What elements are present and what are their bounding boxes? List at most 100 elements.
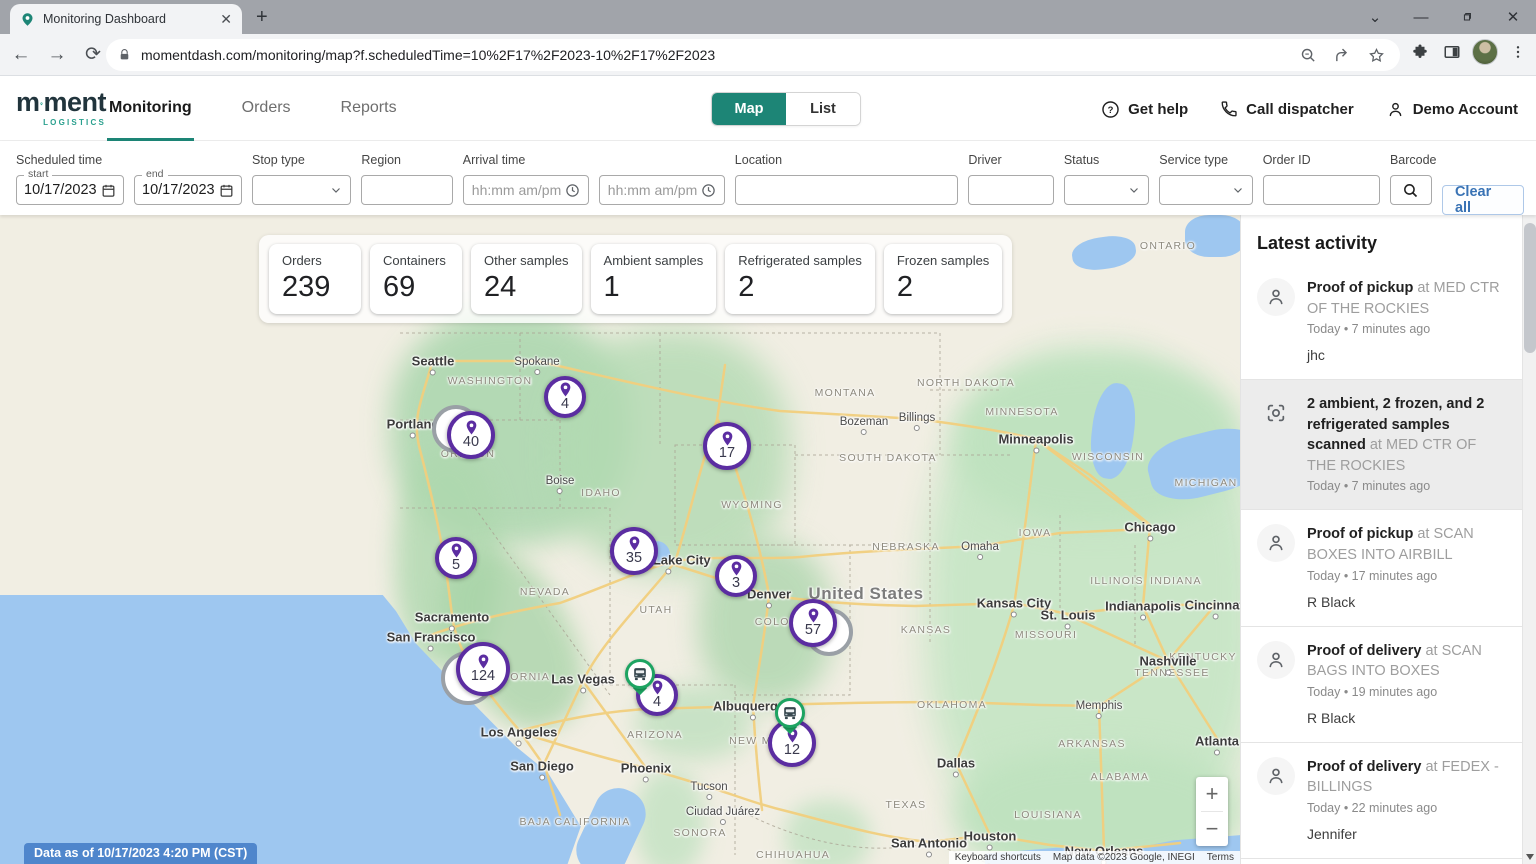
activity-item[interactable]: Proof of pickup at MED CTR OF THE ROCKIE… [1241,264,1522,380]
order-id-label: Order ID [1263,153,1380,169]
service-type-select[interactable] [1159,175,1252,205]
zoom-in-button[interactable]: + [1196,777,1228,811]
arrival-time-label: Arrival time [463,153,725,169]
profile-avatar[interactable] [1472,39,1498,65]
start-legend: start [24,169,52,180]
map-cluster-marker[interactable]: 4 [544,376,586,418]
share-icon[interactable] [1330,43,1354,67]
nav-reports[interactable]: Reports [339,77,399,141]
driver-input[interactable] [968,175,1053,205]
terms-link[interactable]: Terms [1201,851,1240,864]
end-date-field[interactable]: end 10/17/2023 [134,175,242,205]
activity-action: Proof of delivery [1307,643,1421,659]
bookmark-star-icon[interactable] [1364,43,1388,67]
map-cluster-marker[interactable]: 57 [789,599,837,647]
scrollbar-down-arrow[interactable] [1526,854,1534,860]
nav-monitoring[interactable]: Monitoring [107,77,194,141]
clock-icon[interactable] [565,183,580,198]
page-scrollbar[interactable] [1522,215,1536,864]
map-zoom-control: + − [1196,777,1228,846]
arrival-placeholder: hh:mm am/pm [472,182,561,198]
map-cluster-marker[interactable]: 5 [435,537,477,579]
pin-icon [465,420,478,435]
map-cluster-marker[interactable]: 124 [456,642,510,696]
cluster-count: 4 [653,695,661,710]
arrival-end-input[interactable]: hh:mm am/pm [599,175,725,205]
location-input[interactable] [735,175,959,205]
url-text: momentdash.com/monitoring/map?f.schedule… [141,47,1286,63]
back-icon[interactable]: ← [6,40,36,70]
map-canvas[interactable]: WASHINGTONMONTANAOREGONIDAHONORTH DAKOTA… [0,215,1240,864]
toggle-list-button[interactable]: List [786,93,860,125]
truck-icon [781,705,799,721]
menu-kebab-icon[interactable] [1506,40,1530,64]
arrival-start-input[interactable]: hh:mm am/pm [463,175,589,205]
person-icon [1265,649,1287,671]
activity-action: Proof of pickup [1307,526,1413,542]
barcode-search-button[interactable] [1390,175,1432,205]
stat-label: Ambient samples [604,253,704,268]
window-chevron-icon[interactable]: ⌄ [1352,0,1398,34]
tab-close-icon[interactable]: ✕ [220,11,232,28]
activity-item[interactable]: Proof of delivery at SCAN BAGS INTO BOXE… [1241,627,1522,743]
zoom-page-icon[interactable] [1296,43,1320,67]
calendar-icon[interactable] [101,183,116,198]
region-label: Region [361,153,452,169]
activity-time: Today • 19 minutes ago [1307,685,1508,699]
extensions-puzzle-icon[interactable] [1408,40,1432,64]
cluster-count: 4 [561,397,569,412]
side-panel-icon[interactable] [1440,40,1464,64]
activity-time: Today • 17 minutes ago [1307,569,1508,583]
toggle-map-button[interactable]: Map [712,93,786,125]
clock-icon[interactable] [701,183,716,198]
reload-icon[interactable]: ⟳ [78,40,108,70]
cluster-count: 35 [626,551,642,566]
browser-tab[interactable]: Monitoring Dashboard ✕ [10,4,242,34]
activity-action: Proof of pickup [1307,280,1413,296]
logo[interactable]: m ment LOGISTICS [16,89,106,127]
activity-item[interactable]: Proof of pickup at SCAN BOXES INTO AIRBI… [1241,510,1522,626]
window-maximize-button[interactable] [1444,0,1490,34]
clear-all-button[interactable]: Clear all [1442,185,1524,215]
map-cluster-marker[interactable]: 35 [610,527,658,575]
cluster-count: 57 [805,623,821,638]
stat-value: 69 [383,272,449,304]
status-select[interactable] [1064,175,1149,205]
address-bar[interactable]: momentdash.com/monitoring/map?f.schedule… [106,39,1400,71]
window-minimize-button[interactable]: — [1398,0,1444,34]
forward-icon[interactable]: → [42,40,72,70]
favicon-pin-icon [20,12,35,27]
logo-text-end: ment [43,89,106,116]
stat-card: Frozen samples 2 [884,244,1002,314]
start-date-field[interactable]: start 10/17/2023 [16,175,124,205]
region-input[interactable] [361,175,452,205]
order-id-input[interactable] [1263,175,1380,205]
keyboard-shortcuts-link[interactable]: Keyboard shortcuts [949,851,1047,864]
activity-item[interactable]: 2 ambient, 2 frozen, and 2 refrigerated … [1241,380,1522,510]
scrollbar-thumb[interactable] [1524,223,1536,353]
activity-item[interactable]: Proof of delivery at FEDEX - BILLINGS To… [1241,743,1522,859]
primary-nav: Monitoring Orders Reports [107,77,399,141]
activity-panel: Latest activity Proof of pickup at MED C… [1240,215,1522,864]
cluster-count: 3 [732,576,740,591]
new-tab-button[interactable]: + [256,6,268,29]
zoom-out-button[interactable]: − [1196,812,1228,846]
map-data-credit: Map data ©2023 Google, INEGI [1047,851,1201,864]
stat-label: Refrigerated samples [738,253,862,268]
truck-icon [631,666,649,682]
get-help-button[interactable]: ? Get help [1101,100,1188,119]
map-cluster-marker[interactable]: 40 [447,411,495,459]
stop-type-select[interactable] [252,175,351,205]
nav-orders[interactable]: Orders [240,77,293,141]
window-close-button[interactable]: ✕ [1490,0,1536,34]
activity-action: Proof of delivery [1307,759,1421,775]
vehicle-marker[interactable] [625,659,655,689]
activity-time: Today • 22 minutes ago [1307,801,1508,815]
scan-icon [1265,402,1287,424]
calendar-icon[interactable] [219,183,234,198]
account-menu[interactable]: Demo Account [1386,100,1518,119]
vehicle-marker[interactable] [775,698,805,728]
map-cluster-marker[interactable]: 17 [703,422,751,470]
call-dispatcher-button[interactable]: Call dispatcher [1220,100,1354,118]
map-cluster-marker[interactable]: 3 [715,555,757,597]
